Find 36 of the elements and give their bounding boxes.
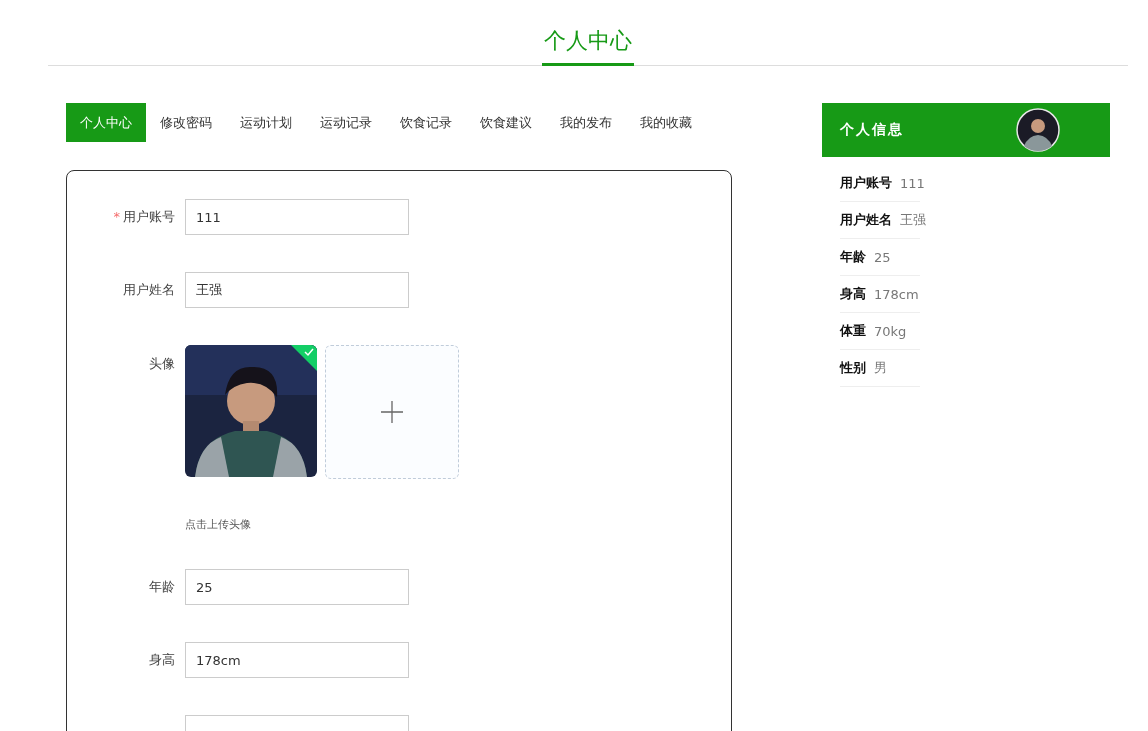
page-title: 个人中心 [542,26,634,66]
info-label: 身高 [840,285,866,303]
input-field[interactable]: 178cm [185,642,409,678]
info-value: 111 [900,175,925,191]
info-value: 178cm [874,286,919,302]
upload-hint: 点击上传头像 [185,517,252,532]
info-value: 70kg [874,323,907,339]
tab[interactable]: 饮食记录 [386,103,466,142]
tab[interactable]: 饮食建议 [466,103,546,142]
field-label: 年龄 [149,579,175,594]
input-field[interactable]: 王强 [185,272,409,308]
input-field[interactable]: 25 [185,569,409,605]
required-mark: * [113,209,120,224]
upload-button[interactable] [325,345,459,479]
info-label: 用户账号 [840,174,892,192]
info-value: 男 [874,359,887,377]
info-value: 王强 [900,211,926,229]
info-label: 体重 [840,322,866,340]
info-value: 25 [874,249,891,265]
info-label: 年龄 [840,248,866,266]
info-label: 性别 [840,359,866,377]
input-field[interactable]: 111 [185,199,409,235]
tab[interactable]: 运动记录 [306,103,386,142]
tab[interactable]: 个人中心 [66,103,146,142]
field-label: 头像 [149,356,175,371]
avatar [1016,108,1060,152]
card-title: 个人信息 [840,121,904,139]
tab[interactable]: 我的收藏 [626,103,706,142]
field-label: 用户姓名 [123,282,175,297]
tab[interactable]: 运动计划 [226,103,306,142]
plus-icon [381,401,403,423]
field-label: 身高 [149,652,175,667]
info-label: 用户姓名 [840,211,892,229]
tab[interactable]: 修改密码 [146,103,226,142]
tab[interactable]: 我的发布 [546,103,626,142]
field-label: 用户账号 [123,209,175,224]
